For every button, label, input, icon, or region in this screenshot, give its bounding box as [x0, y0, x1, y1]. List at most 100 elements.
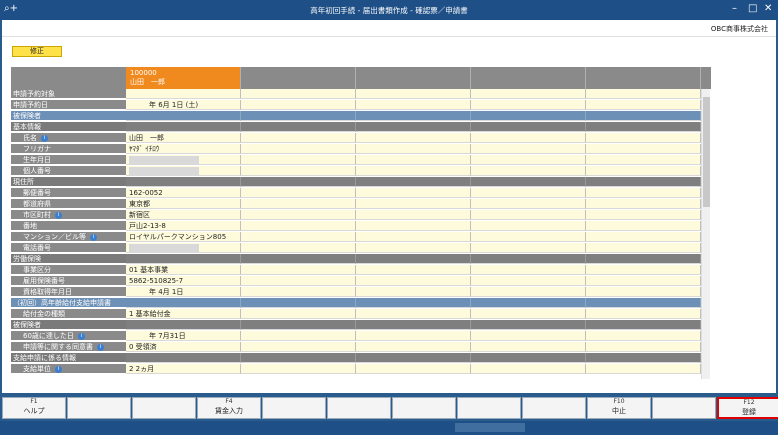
- grid-cell[interactable]: [126, 155, 241, 165]
- info-icon[interactable]: i: [41, 134, 48, 142]
- grid-cell[interactable]: [471, 331, 586, 341]
- grid-cell[interactable]: 2 2ヵ月: [126, 364, 241, 374]
- info-icon[interactable]: i: [55, 365, 62, 373]
- grid-cell[interactable]: 東京都: [126, 199, 241, 209]
- grid-cell[interactable]: [471, 243, 586, 253]
- grid-cell[interactable]: [356, 188, 471, 198]
- employee-column-header[interactable]: 100000 山田 一郎: [126, 67, 241, 89]
- grid-cell[interactable]: [586, 89, 701, 99]
- grid-cell[interactable]: [471, 210, 586, 220]
- grid-cell[interactable]: [586, 276, 701, 286]
- grid-cell[interactable]: [356, 133, 471, 143]
- fkey-button-9[interactable]: [522, 397, 586, 419]
- grid-cell[interactable]: [586, 100, 701, 110]
- grid-cell[interactable]: [356, 199, 471, 209]
- grid-cell[interactable]: [586, 221, 701, 231]
- grid-cell[interactable]: ﾔﾏﾀﾞ ｲﾁﾛｳ: [126, 144, 241, 154]
- grid-cell[interactable]: [356, 210, 471, 220]
- grid-cell[interactable]: [126, 166, 241, 176]
- grid-cell[interactable]: [471, 276, 586, 286]
- close-icon[interactable]: ✕: [764, 3, 772, 14]
- grid-cell[interactable]: 年 6月 1日 (土): [126, 100, 241, 110]
- grid-cell[interactable]: 戸山2-13-8: [126, 221, 241, 231]
- employee-column-header[interactable]: [471, 67, 586, 89]
- grid-cell[interactable]: 山田 一郎: [126, 133, 241, 143]
- fkey-button-10[interactable]: F10 中止: [587, 397, 651, 419]
- grid-cell[interactable]: [586, 155, 701, 165]
- grid-cell[interactable]: 年 4月 1日: [126, 287, 241, 297]
- grid-cell[interactable]: 年 7月31日: [126, 331, 241, 341]
- grid-cell[interactable]: [356, 265, 471, 275]
- grid-cell[interactable]: [241, 276, 356, 286]
- grid-cell[interactable]: [471, 155, 586, 165]
- grid-cell[interactable]: [586, 309, 701, 319]
- grid-cell[interactable]: [586, 243, 701, 253]
- grid-cell[interactable]: [356, 100, 471, 110]
- grid-cell[interactable]: [241, 188, 356, 198]
- grid-cell[interactable]: [356, 331, 471, 341]
- grid-cell[interactable]: [586, 133, 701, 143]
- grid-cell[interactable]: [356, 232, 471, 242]
- grid-cell[interactable]: [471, 265, 586, 275]
- fkey-button-8[interactable]: [457, 397, 521, 419]
- grid-cell[interactable]: [241, 364, 356, 374]
- grid-cell[interactable]: [586, 166, 701, 176]
- grid-cell[interactable]: [241, 144, 356, 154]
- grid-cell[interactable]: [471, 287, 586, 297]
- grid-cell[interactable]: [471, 166, 586, 176]
- grid-cell[interactable]: [241, 309, 356, 319]
- grid-cell[interactable]: [471, 144, 586, 154]
- grid-cell[interactable]: [241, 155, 356, 165]
- grid-cell[interactable]: [356, 364, 471, 374]
- grid-cell[interactable]: [241, 232, 356, 242]
- grid-cell[interactable]: 0 受領済: [126, 342, 241, 352]
- grid-cell[interactable]: [586, 265, 701, 275]
- grid-cell[interactable]: [586, 144, 701, 154]
- grid-cell[interactable]: [471, 232, 586, 242]
- minimize-icon[interactable]: –: [732, 3, 737, 14]
- grid-cell[interactable]: [241, 287, 356, 297]
- grid-cell[interactable]: [356, 89, 471, 99]
- grid-cell[interactable]: [586, 342, 701, 352]
- grid-cell[interactable]: [356, 155, 471, 165]
- grid-cell[interactable]: 5862-510825-7: [126, 276, 241, 286]
- grid-cell[interactable]: [471, 309, 586, 319]
- fkey-button-6[interactable]: [327, 397, 391, 419]
- grid-cell[interactable]: [471, 199, 586, 209]
- grid-cell[interactable]: [586, 287, 701, 297]
- grid-cell[interactable]: [356, 144, 471, 154]
- grid-cell[interactable]: [586, 232, 701, 242]
- grid-cell[interactable]: [471, 133, 586, 143]
- grid-cell[interactable]: [241, 166, 356, 176]
- grid-cell[interactable]: [241, 221, 356, 231]
- grid-cell[interactable]: [356, 309, 471, 319]
- grid-cell[interactable]: [471, 188, 586, 198]
- grid-cell[interactable]: [356, 221, 471, 231]
- grid-cell[interactable]: [356, 342, 471, 352]
- fkey-button-1[interactable]: F1 ヘルプ: [2, 397, 66, 419]
- fkey-button-2[interactable]: [67, 397, 131, 419]
- fkey-button-4[interactable]: F4 賃金入力: [197, 397, 261, 419]
- grid-cell[interactable]: [241, 342, 356, 352]
- grid-cell[interactable]: [471, 89, 586, 99]
- grid-cell[interactable]: [356, 276, 471, 286]
- scrollbar-thumb[interactable]: [703, 97, 710, 207]
- grid-cell[interactable]: [241, 89, 356, 99]
- grid-cell[interactable]: [356, 243, 471, 253]
- grid-cell[interactable]: [241, 331, 356, 341]
- grid-cell[interactable]: [241, 210, 356, 220]
- info-icon[interactable]: i: [77, 332, 85, 340]
- grid-cell[interactable]: [586, 199, 701, 209]
- grid-cell[interactable]: 01 基本事業: [126, 265, 241, 275]
- employee-column-header[interactable]: [356, 67, 471, 89]
- grid-cell[interactable]: 新宿区: [126, 210, 241, 220]
- fkey-button-5[interactable]: [262, 397, 326, 419]
- grid-cell[interactable]: ロイヤルパークマンション805: [126, 232, 241, 242]
- grid-cell[interactable]: [586, 188, 701, 198]
- grid-cell[interactable]: [586, 364, 701, 374]
- maximize-icon[interactable]: □: [748, 3, 757, 14]
- grid-cell[interactable]: [126, 89, 241, 99]
- grid-cell[interactable]: [241, 265, 356, 275]
- grid-cell[interactable]: [471, 364, 586, 374]
- fkey-button-12[interactable]: F12 登録: [717, 397, 778, 419]
